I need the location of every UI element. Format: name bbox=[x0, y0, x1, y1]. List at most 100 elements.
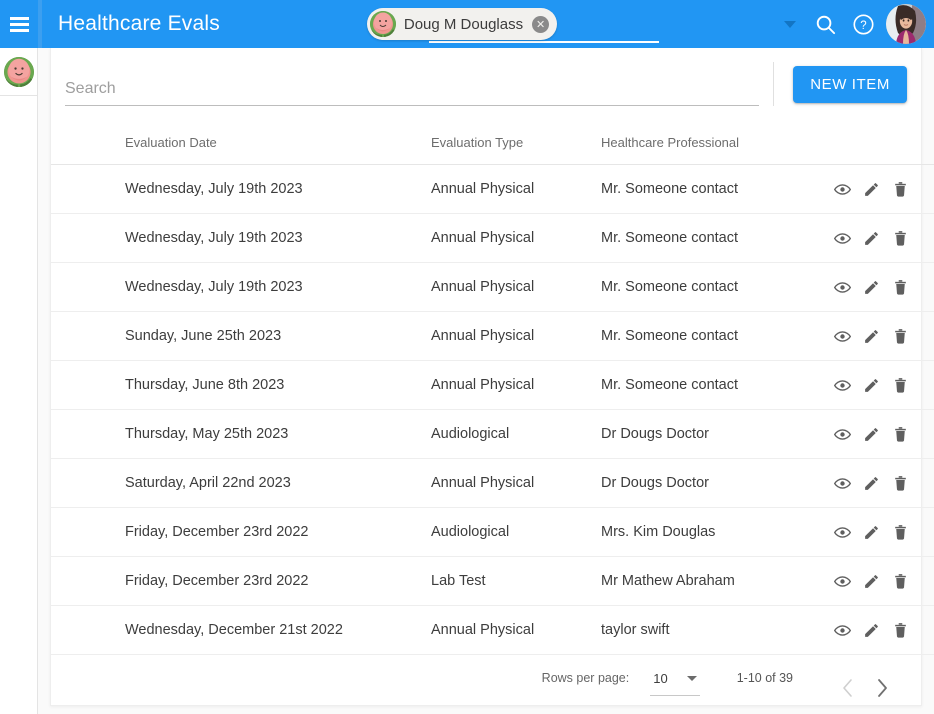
delete-button[interactable] bbox=[891, 278, 909, 296]
edit-button[interactable] bbox=[862, 278, 880, 296]
table-row[interactable]: Friday, December 23rd 2022 Audiological Mr… bbox=[51, 507, 934, 557]
view-icon bbox=[833, 281, 851, 293]
delete-button[interactable] bbox=[891, 180, 909, 198]
table-row[interactable]: Sunday, June 25th 2023 Annual Physical Mr.… bbox=[51, 311, 934, 361]
edit-button[interactable] bbox=[862, 572, 880, 590]
delete-button[interactable] bbox=[891, 425, 909, 443]
delete-icon bbox=[894, 622, 906, 638]
header-divider bbox=[773, 62, 775, 106]
top-toolbar: Healthcare Evals Doug M Douglass ✕ ? bbox=[0, 0, 934, 48]
edit-button[interactable] bbox=[862, 229, 880, 247]
page-title: Healthcare Evals bbox=[58, 12, 220, 35]
cell-evaluation-date: Wednesday, July 19th 2023 bbox=[51, 213, 431, 263]
previous-page-button[interactable] bbox=[831, 671, 865, 705]
edit-button[interactable] bbox=[862, 376, 880, 394]
cell-healthcare-professional: Dr Dougs Doctor bbox=[601, 458, 833, 508]
edit-button[interactable] bbox=[862, 621, 880, 639]
cell-evaluation-type: Audiological bbox=[431, 409, 601, 459]
delete-button[interactable] bbox=[891, 229, 909, 247]
new-item-button[interactable]: NEW ITEM bbox=[793, 65, 907, 103]
table-row[interactable]: Thursday, June 8th 2023 Annual Physical Mr… bbox=[51, 360, 934, 410]
cell-evaluation-type: Annual Physical bbox=[431, 311, 601, 361]
delete-icon bbox=[894, 377, 906, 393]
chevron-left-icon bbox=[843, 679, 852, 697]
delete-button[interactable] bbox=[891, 327, 909, 345]
edit-button[interactable] bbox=[862, 425, 880, 443]
selected-patient-chip[interactable]: Doug M Douglass ✕ bbox=[366, 8, 558, 40]
close-icon[interactable]: ✕ bbox=[532, 15, 550, 33]
chip-label: Doug M Douglass bbox=[403, 15, 524, 33]
cell-healthcare-professional: taylor swift bbox=[601, 605, 833, 655]
column-header-evaluation-type[interactable]: Evaluation Type bbox=[431, 120, 601, 165]
cell-evaluation-type: Audiological bbox=[431, 507, 601, 557]
cell-evaluation-date: Friday, December 23rd 2022 bbox=[51, 556, 431, 606]
view-button[interactable] bbox=[833, 621, 851, 639]
cell-evaluation-type: Annual Physical bbox=[431, 164, 601, 214]
rows-per-page-value: 10 bbox=[653, 671, 668, 686]
table-row[interactable]: Saturday, April 22nd 2023 Annual Physical… bbox=[51, 458, 934, 508]
edit-icon bbox=[864, 231, 878, 245]
table-row[interactable]: Wednesday, July 19th 2023 Annual Physical… bbox=[51, 164, 934, 214]
view-button[interactable] bbox=[833, 572, 851, 590]
delete-icon bbox=[894, 524, 906, 540]
search-icon[interactable] bbox=[810, 9, 840, 39]
edit-button[interactable] bbox=[862, 180, 880, 198]
delete-button[interactable] bbox=[891, 523, 909, 541]
search-field[interactable] bbox=[65, 62, 760, 106]
search-input[interactable] bbox=[65, 80, 760, 106]
edit-button[interactable] bbox=[862, 523, 880, 541]
view-button[interactable] bbox=[833, 180, 851, 198]
table-header-row: Evaluation Date Evaluation Type Healthca… bbox=[51, 120, 934, 165]
help-circle-icon[interactable]: ? bbox=[848, 9, 878, 39]
hamburger-icon bbox=[9, 16, 29, 32]
table-row[interactable]: Wednesday, July 19th 2023 Annual Physical… bbox=[51, 213, 934, 263]
delete-button[interactable] bbox=[891, 474, 909, 492]
chevron-down-icon[interactable] bbox=[784, 20, 796, 28]
delete-icon bbox=[894, 328, 906, 344]
cell-healthcare-professional: Mr. Someone contact bbox=[601, 360, 833, 410]
column-header-evaluation-date[interactable]: Evaluation Date bbox=[51, 120, 431, 165]
cell-evaluation-type: Annual Physical bbox=[431, 458, 601, 508]
cell-evaluation-date: Wednesday, December 21st 2022 bbox=[51, 605, 431, 655]
view-button[interactable] bbox=[833, 327, 851, 345]
column-header-healthcare-professional[interactable]: Healthcare Professional bbox=[601, 120, 833, 165]
cell-evaluation-date: Thursday, May 25th 2023 bbox=[51, 409, 431, 459]
table-row[interactable]: Friday, December 23rd 2022 Lab Test Mr Mat… bbox=[51, 556, 934, 606]
view-icon bbox=[833, 428, 851, 440]
view-icon bbox=[833, 183, 851, 195]
next-page-button[interactable] bbox=[865, 671, 899, 705]
table-row[interactable]: Wednesday, July 19th 2023 Annual Physical… bbox=[51, 262, 934, 312]
edit-icon bbox=[864, 525, 878, 539]
view-button[interactable] bbox=[833, 229, 851, 247]
rail-patient-avatar-button[interactable] bbox=[0, 48, 38, 96]
view-button[interactable] bbox=[833, 474, 851, 492]
cell-evaluation-type: Annual Physical bbox=[431, 360, 601, 410]
user-avatar[interactable] bbox=[886, 4, 926, 44]
cell-healthcare-professional: Mr Mathew Abraham bbox=[601, 556, 833, 606]
cell-evaluation-type: Annual Physical bbox=[431, 213, 601, 263]
cell-actions bbox=[833, 360, 934, 410]
edit-button[interactable] bbox=[862, 327, 880, 345]
table-head: Evaluation Date Evaluation Type Healthca… bbox=[51, 120, 934, 165]
view-button[interactable] bbox=[833, 425, 851, 443]
delete-button[interactable] bbox=[891, 621, 909, 639]
view-button[interactable] bbox=[833, 278, 851, 296]
cell-actions bbox=[833, 605, 934, 655]
cell-healthcare-professional: Mr. Someone contact bbox=[601, 164, 833, 214]
edit-icon bbox=[864, 623, 878, 637]
view-button[interactable] bbox=[833, 376, 851, 394]
column-header-actions bbox=[833, 120, 934, 165]
delete-button[interactable] bbox=[891, 572, 909, 590]
table-row[interactable]: Wednesday, December 21st 2022 Annual Phys… bbox=[51, 605, 934, 655]
toolbar-search-field[interactable]: Doug M Douglass ✕ bbox=[246, 0, 784, 48]
cell-evaluation-type: Lab Test bbox=[431, 556, 601, 606]
menu-button[interactable] bbox=[0, 0, 38, 48]
table-row[interactable]: Thursday, May 25th 2023 Audiological Dr Do… bbox=[51, 409, 934, 459]
delete-button[interactable] bbox=[891, 376, 909, 394]
view-button[interactable] bbox=[833, 523, 851, 541]
chevron-right-icon bbox=[878, 679, 887, 697]
view-icon bbox=[833, 232, 851, 244]
rows-per-page-select[interactable]: 10 bbox=[650, 671, 700, 696]
edit-button[interactable] bbox=[862, 474, 880, 492]
edit-icon bbox=[864, 574, 878, 588]
